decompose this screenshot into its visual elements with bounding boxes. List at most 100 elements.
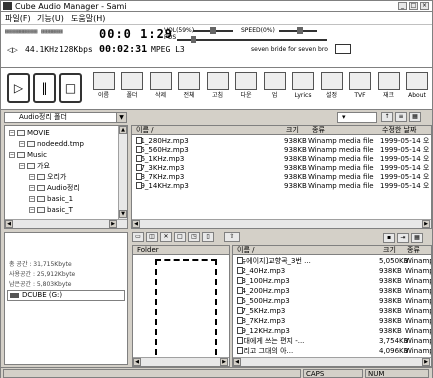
scroll-left-icon[interactable]: ◀ — [5, 220, 13, 228]
toolbar-button-9[interactable]: TVF — [346, 72, 375, 106]
scroll-right-icon[interactable]: ▶ — [109, 220, 117, 228]
table-row[interactable]: [뉴에이지]교향곡_3번 ... 5,050KB Winamp — [233, 257, 431, 266]
up-folder-button[interactable]: ↑ — [381, 112, 393, 122]
view-combo[interactable]: ▾ — [337, 112, 377, 123]
scroll-right-icon[interactable]: ▶ — [422, 220, 430, 228]
menu-function[interactable]: 기능(U) — [37, 13, 64, 24]
chevron-down-icon[interactable]: ▼ — [116, 113, 126, 122]
toolbar-button-0[interactable]: 이름 — [89, 72, 118, 106]
table-row[interactable]: 09_12KHz.mp3 938KB Winamp — [233, 327, 431, 336]
pause-button[interactable]: ‖ — [33, 73, 56, 103]
col-size[interactable]: 크기 — [286, 126, 299, 134]
device-file-list[interactable]: 이름 / 크기 종류 [뉴에이지]교향곡_3번 ... 5,050KB Winamp… — [232, 245, 432, 367]
tree-item[interactable]: − nodeedd.tmp — [19, 140, 84, 148]
dev-col-name[interactable]: 이름 / — [237, 246, 254, 254]
tree-item[interactable]: − Music — [9, 151, 47, 159]
maximize-button[interactable]: □ — [409, 2, 418, 10]
local-list-hscroll[interactable]: ◀ ▶ — [132, 219, 431, 228]
device-delete-button[interactable]: ✕ — [160, 232, 172, 242]
local-folder-combo[interactable]: Audio정리 폴더 ▼ — [4, 112, 127, 123]
expand-icon[interactable]: − — [9, 152, 15, 158]
expand-icon[interactable]: − — [9, 130, 15, 136]
menu-file[interactable]: 파일(F) — [5, 13, 31, 24]
expand-icon[interactable]: − — [29, 207, 35, 213]
tree-hscroll[interactable]: ◀ ▶ — [5, 219, 127, 228]
table-row[interactable]: 08_7KHz.mp3 938KB Winamp — [233, 317, 431, 326]
table-row[interactable]: 06_1KHz.mp3 938KB Winamp media file 1999-05… — [132, 155, 431, 164]
device-view-detail-button[interactable]: ⇥ — [397, 233, 409, 243]
minimize-button[interactable]: _ — [398, 2, 407, 10]
device-props-button[interactable]: ◳ — [188, 232, 200, 242]
scroll-left-icon[interactable]: ◀ — [133, 358, 141, 366]
dev-col-size[interactable]: 크기 — [383, 246, 396, 254]
device-folder-pane[interactable]: Folder ◀ ▶ — [132, 245, 230, 367]
view-detail-button[interactable]: ▦ — [409, 112, 421, 122]
device-selector[interactable]: DCUBE (G:) — [7, 290, 125, 301]
tree-item[interactable]: − 오리가 — [29, 173, 66, 181]
scroll-up-icon[interactable]: ▲ — [119, 126, 127, 134]
table-row[interactable]: 05_500Hz.mp3 938KB Winamp — [233, 297, 431, 306]
table-row[interactable]: 03_100Hz.mp3 938KB Winamp — [233, 277, 431, 286]
scroll-down-icon[interactable]: ▼ — [119, 210, 127, 218]
drop-target-area[interactable] — [155, 259, 217, 365]
prev-track-icon[interactable]: ◁▷ — [7, 46, 18, 54]
table-row[interactable]: 04_200Hz.mp3 938KB Winamp — [233, 287, 431, 296]
table-row[interactable]: 05_560Hz.mp3 938KB Winamp media file 1999-0… — [132, 146, 431, 155]
table-row[interactable]: 그리고 그대의 아... 4,096KB Winamp — [233, 347, 431, 356]
tree-item[interactable]: − basic_T — [29, 206, 73, 214]
tree-item[interactable]: − basic_1 — [29, 195, 73, 203]
table-row[interactable]: 07_5KHz.mp3 938KB Winamp — [233, 307, 431, 316]
play-button[interactable]: ▷ — [7, 73, 30, 103]
device-copy-button[interactable]: □ — [174, 232, 186, 242]
toolbar-button-1[interactable]: 폴더 — [118, 72, 147, 106]
speed-thumb[interactable] — [297, 27, 303, 34]
expand-icon[interactable]: − — [29, 196, 35, 202]
table-row[interactable]: 01_280Hz.mp3 938KB Winamp media file 1999-0… — [132, 137, 431, 146]
menu-help[interactable]: 도움말(H) — [71, 13, 105, 24]
device-view-icons-button[interactable]: ▦ — [411, 233, 423, 243]
tree-item[interactable]: − 가요 — [19, 162, 50, 170]
device-info-button[interactable]: ▯ — [202, 232, 214, 242]
folder-hscroll[interactable]: ◀ ▶ — [133, 357, 229, 366]
toolbar-button-3[interactable]: 전체 — [175, 72, 204, 106]
scroll-left-icon[interactable]: ◀ — [233, 358, 241, 366]
local-file-list[interactable]: 이름 / 크기 종류 수정한 날짜 01_280Hz.mp3 938KB Winam… — [131, 125, 432, 229]
toolbar-button-11[interactable]: About — [403, 72, 432, 106]
position-slider[interactable] — [177, 39, 327, 41]
scroll-right-icon[interactable]: ▶ — [220, 358, 228, 366]
tree-item[interactable]: − Audio정리 — [29, 184, 80, 192]
col-name[interactable]: 이름 / — [136, 126, 153, 134]
expand-icon[interactable]: − — [19, 163, 25, 169]
table-row[interactable]: 07_3KHz.mp3 938KB Winamp media file 1999-05… — [132, 164, 431, 173]
toolbar-button-5[interactable]: 다운 — [232, 72, 261, 106]
toolbar-button-10[interactable]: 재크 — [374, 72, 403, 106]
table-row[interactable]: 02_40Hz.mp3 938KB Winamp — [233, 267, 431, 276]
table-row[interactable]: 08_7KHz.mp3 938KB Winamp media file 1999-05… — [132, 173, 431, 182]
device-up-button[interactable]: ⇧ — [224, 232, 240, 242]
expand-icon[interactable]: − — [19, 141, 25, 147]
device-list-hscroll[interactable]: ◀ ▶ — [233, 357, 431, 366]
table-row[interactable]: 09_14KHz.mp3 938KB Winamp media file 1999-0… — [132, 182, 431, 191]
table-row[interactable]: 그대에게 쓰는 편지 -... 3,754KB Winamp — [233, 337, 431, 346]
volume-thumb[interactable] — [210, 27, 216, 34]
toolbar-button-2[interactable]: 삭제 — [146, 72, 175, 106]
position-thumb[interactable] — [191, 36, 196, 43]
expand-icon[interactable]: − — [29, 174, 35, 180]
toolbar-button-8[interactable]: 설정 — [317, 72, 346, 106]
toolbar-button-7[interactable]: Lyrics — [289, 72, 318, 106]
device-view-list-button[interactable]: ▪ — [383, 233, 395, 243]
toolbar-button-4[interactable]: 고침 — [203, 72, 232, 106]
local-tree-pane[interactable]: − MOVIE − nodeedd.tmp − Music − 가요 − 오리가 − Audio정리 −… — [4, 125, 128, 229]
dev-col-type[interactable]: 종류 — [407, 246, 420, 254]
col-type[interactable]: 종류 — [312, 126, 325, 134]
tree-vscroll[interactable]: ▲ ▼ — [118, 126, 127, 219]
toolbar-button-6[interactable]: 업 — [260, 72, 289, 106]
scroll-right-icon[interactable]: ▶ — [422, 358, 430, 366]
scroll-left-icon[interactable]: ◀ — [132, 220, 140, 228]
device-folder-button[interactable]: ▭ — [132, 232, 144, 242]
close-button[interactable]: × — [420, 2, 429, 10]
col-date[interactable]: 수정한 날짜 — [382, 126, 416, 134]
device-new-button[interactable]: ◫ — [146, 232, 158, 242]
stop-button[interactable]: □ — [59, 73, 82, 103]
view-list-button[interactable]: ≡ — [395, 112, 407, 122]
